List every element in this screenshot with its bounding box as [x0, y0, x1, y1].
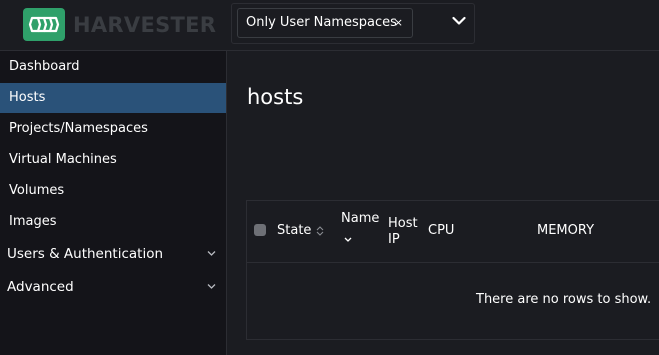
main-content: hosts State Name Host IP CPU MEMORY Ther… [227, 51, 659, 355]
namespace-chip: Only User Namespaces × [237, 8, 413, 38]
chevron-down-icon[interactable] [452, 14, 466, 28]
column-header-label: MEMORY [537, 223, 595, 238]
sidebar-item-label: Projects/Namespaces [9, 121, 148, 136]
select-all-checkbox[interactable] [254, 224, 266, 236]
namespace-filter[interactable]: Only User Namespaces × [231, 3, 475, 44]
sidebar-item-hosts[interactable]: Hosts [0, 83, 226, 113]
remove-namespace-icon[interactable]: × [394, 9, 403, 37]
sidebar-item-label: Images [9, 214, 57, 229]
chevron-down-icon [207, 251, 216, 256]
sidebar-item-dashboard[interactable]: Dashboard [0, 52, 226, 82]
sidebar-group-users-authentication[interactable]: Users & Authentication [0, 238, 226, 270]
harvester-logo[interactable]: HARVESTER [23, 8, 216, 41]
sort-down-icon[interactable] [344, 235, 352, 245]
column-header-state[interactable]: State [277, 223, 311, 239]
column-header-memory[interactable]: MEMORY [537, 223, 594, 239]
column-header-label: State [277, 223, 312, 238]
chevron-down-icon [207, 284, 216, 289]
page-title: hosts [247, 85, 304, 109]
sidebar-group-label: Advanced [7, 279, 74, 295]
harvester-logo-icon [23, 8, 65, 41]
namespace-chip-label: Only User Namespaces [246, 15, 397, 30]
sidebar-item-label: Virtual Machines [9, 152, 117, 167]
sidebar-item-virtual-machines[interactable]: Virtual Machines [0, 145, 226, 175]
hosts-table: State Name Host IP CPU MEMORY There are … [246, 200, 659, 340]
sidebar-item-images[interactable]: Images [0, 207, 226, 237]
column-header-label: Host IP [388, 216, 418, 247]
sidebar-item-projects-namespaces[interactable]: Projects/Namespaces [0, 114, 226, 144]
sidebar-group-advanced[interactable]: Advanced [0, 271, 226, 303]
column-header-label: Name [341, 211, 380, 226]
sort-icon[interactable] [316, 226, 324, 236]
column-header-label: CPU [428, 223, 455, 238]
table-header: State Name Host IP CPU MEMORY [247, 201, 659, 263]
column-header-name[interactable]: Name [341, 211, 379, 227]
sidebar-item-label: Volumes [9, 183, 65, 198]
top-bar: HARVESTER Only User Namespaces × [0, 0, 659, 51]
empty-state-message: There are no rows to show. [476, 292, 652, 307]
sidebar-item-volumes[interactable]: Volumes [0, 176, 226, 206]
sidebar-item-label: Hosts [9, 90, 46, 105]
brand-name: HARVESTER [73, 13, 217, 37]
sidebar: Dashboard Hosts Projects/Namespaces Virt… [0, 51, 227, 355]
sidebar-item-label: Dashboard [9, 59, 80, 74]
column-header-cpu[interactable]: CPU [428, 223, 454, 239]
sidebar-group-label: Users & Authentication [7, 246, 164, 262]
column-header-host-ip[interactable]: Host IP [388, 216, 424, 248]
